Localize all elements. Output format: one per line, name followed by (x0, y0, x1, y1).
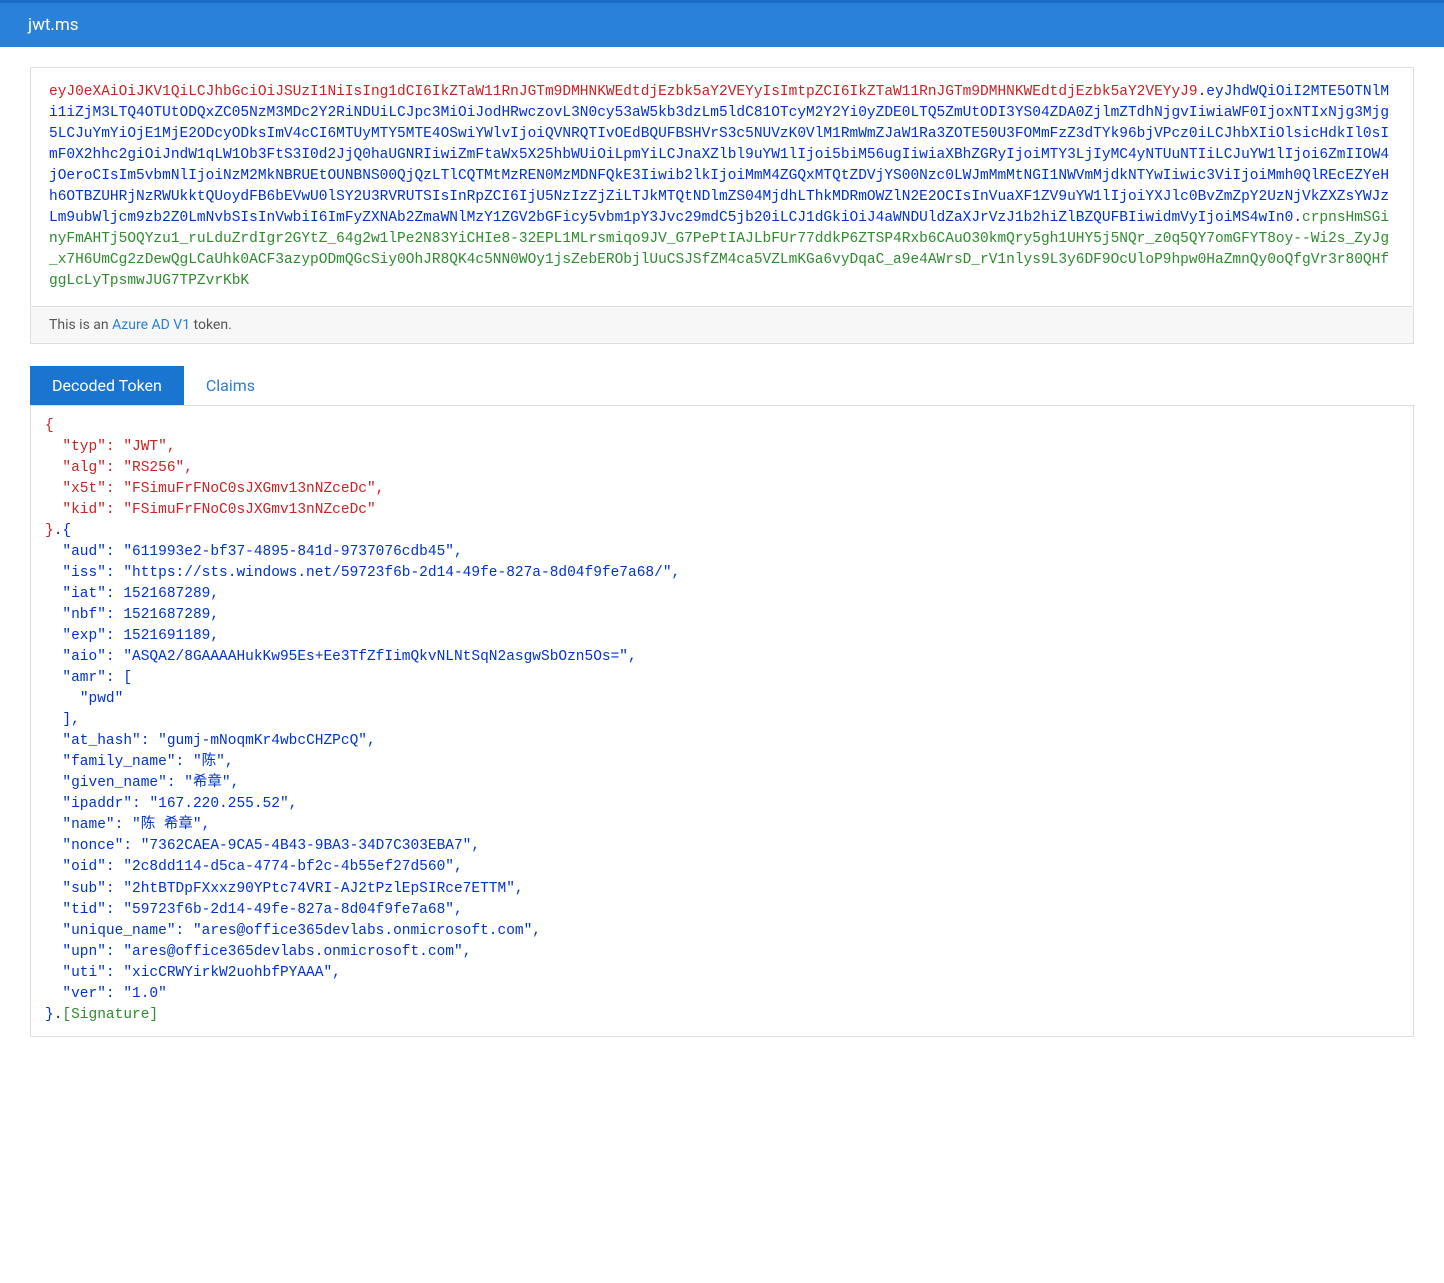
tabs: Decoded Token Claims (30, 366, 1414, 405)
token-dot: . (1198, 84, 1207, 100)
azure-ad-link[interactable]: Azure AD V1 (112, 317, 190, 333)
main-container: eyJ0eXAiOiJKV1QiLCJhbGciOiJSUzI1NiIsIng1… (0, 47, 1444, 1057)
token-payload-segment: eyJhdWQiOiI2MTE5OTNlMi1iZjM3LTQ4OTUtODQx… (49, 84, 1389, 226)
info-suffix: token. (190, 317, 232, 333)
tab-decoded-token[interactable]: Decoded Token (30, 366, 184, 405)
app-header: jwt.ms (0, 0, 1444, 47)
info-prefix: This is an (49, 317, 112, 333)
decoded-token-box: { "typ": "JWT", "alg": "RS256", "x5t": "… (30, 405, 1414, 1036)
app-title: jwt.ms (28, 15, 79, 35)
tab-claims[interactable]: Claims (184, 366, 277, 405)
encoded-token-box[interactable]: eyJ0eXAiOiJKV1QiLCJhbGciOiJSUzI1NiIsIng1… (30, 67, 1414, 307)
token-info-bar: This is an Azure AD V1 token. (30, 307, 1414, 344)
token-header-segment: eyJ0eXAiOiJKV1QiLCJhbGciOiJSUzI1NiIsIng1… (49, 84, 1198, 100)
token-dot: . (1293, 210, 1302, 226)
